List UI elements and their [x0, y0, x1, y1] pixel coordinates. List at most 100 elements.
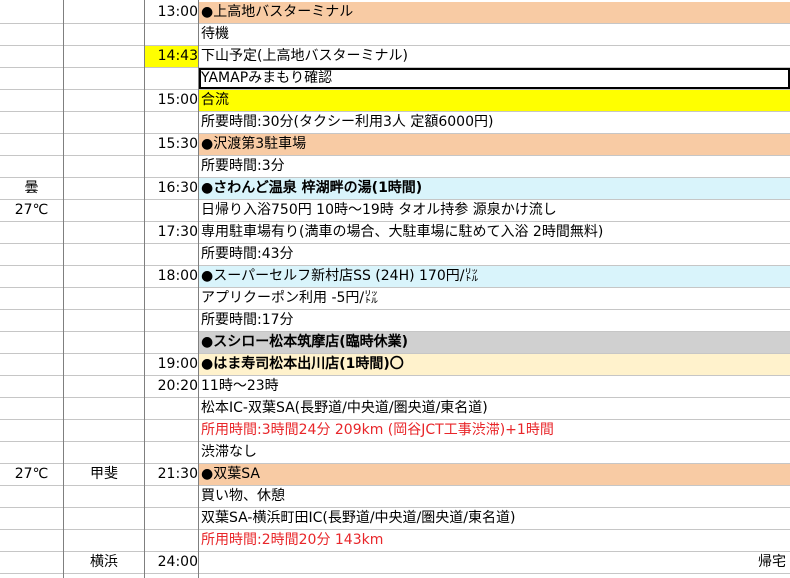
area-cell[interactable]	[64, 90, 144, 111]
area-cell[interactable]	[64, 420, 144, 441]
event-cell[interactable]: 双葉SA-横浜町田IC(長野道/中央道/圏央道/東名道)	[199, 508, 790, 529]
area-cell[interactable]	[64, 486, 144, 507]
weather-cell[interactable]	[0, 266, 63, 287]
area-cell[interactable]	[64, 376, 144, 397]
time-cell[interactable]	[145, 112, 198, 133]
time-cell[interactable]: 13:00	[145, 2, 198, 23]
time-cell[interactable]	[145, 68, 198, 89]
event-cell[interactable]: 所要時間:43分	[199, 244, 790, 265]
time-cell[interactable]	[145, 288, 198, 309]
time-cell[interactable]	[145, 486, 198, 507]
note-cell[interactable]: 帰宅	[758, 552, 786, 573]
weather-cell[interactable]: 27℃	[0, 464, 63, 485]
event-cell[interactable]: ●スーパーセルフ新村店SS (24H) 170円/㍑	[199, 266, 790, 287]
weather-cell[interactable]	[0, 398, 63, 419]
time-cell[interactable]: 21:30	[145, 464, 198, 485]
time-cell[interactable]: 18:00	[145, 266, 198, 287]
event-cell[interactable]: ●さわんど温泉 梓湖畔の湯(1時間)	[199, 178, 790, 199]
weather-cell[interactable]	[0, 530, 63, 551]
area-cell[interactable]	[64, 310, 144, 331]
weather-cell[interactable]	[0, 24, 63, 45]
event-cell[interactable]: 日帰り入浴750円 10時〜19時 タオル持参 源泉かけ流し	[199, 200, 790, 221]
area-cell[interactable]	[64, 200, 144, 221]
area-cell[interactable]	[64, 398, 144, 419]
area-cell[interactable]	[64, 508, 144, 529]
weather-cell[interactable]	[0, 508, 63, 529]
event-cell[interactable]: ●沢渡第3駐車場	[199, 134, 790, 155]
time-cell[interactable]	[145, 508, 198, 529]
weather-cell[interactable]	[0, 244, 63, 265]
weather-cell[interactable]	[0, 134, 63, 155]
event-cell[interactable]: 専用駐車場有り(満車の場合、大駐車場に駐めて入浴 2時間無料)	[199, 222, 790, 243]
time-cell[interactable]	[145, 244, 198, 265]
area-cell[interactable]	[64, 530, 144, 551]
weather-cell[interactable]	[0, 288, 63, 309]
weather-cell[interactable]	[0, 156, 63, 177]
time-cell[interactable]: 24:00	[145, 552, 198, 573]
event-cell[interactable]: ●はま寿司松本出川店(1時間)〇	[199, 354, 790, 375]
area-cell[interactable]	[64, 24, 144, 45]
time-cell[interactable]	[145, 420, 198, 441]
area-cell[interactable]	[64, 112, 144, 133]
event-cell[interactable]: 渋滞なし	[199, 442, 790, 463]
area-cell[interactable]	[64, 354, 144, 375]
weather-cell[interactable]	[0, 332, 63, 353]
event-cell[interactable]: 所用時間:3時間24分 209km (岡谷JCT工事渋滞)+1時間	[199, 420, 790, 441]
weather-cell[interactable]	[0, 310, 63, 331]
time-cell[interactable]	[145, 24, 198, 45]
weather-cell[interactable]	[0, 486, 63, 507]
weather-cell[interactable]	[0, 2, 63, 23]
event-cell[interactable]: 合流	[199, 90, 790, 111]
time-cell[interactable]: 19:00	[145, 354, 198, 375]
weather-cell[interactable]	[0, 222, 63, 243]
time-cell[interactable]	[145, 310, 198, 331]
time-cell[interactable]	[145, 200, 198, 221]
area-cell[interactable]	[64, 46, 144, 67]
event-cell[interactable]: 松本IC-双葉SA(長野道/中央道/圏央道/東名道)	[199, 398, 790, 419]
time-cell[interactable]	[145, 530, 198, 551]
event-cell[interactable]: 所要時間:30分(タクシー利用3人 定額6000円)	[199, 112, 790, 133]
weather-cell[interactable]	[0, 354, 63, 375]
event-cell[interactable]: ●スシロー松本筑摩店(臨時休業)	[199, 332, 790, 353]
event-cell[interactable]: ●双葉SA	[199, 464, 790, 485]
area-cell[interactable]: 甲斐	[64, 464, 144, 485]
area-cell[interactable]	[64, 178, 144, 199]
time-cell[interactable]	[145, 156, 198, 177]
time-cell[interactable]: 16:30	[145, 178, 198, 199]
area-cell[interactable]	[64, 244, 144, 265]
event-cell[interactable]: アプリクーポン利用 -5円/㍑	[199, 288, 790, 309]
event-cell[interactable]: 所要時間:3分	[199, 156, 790, 177]
event-cell[interactable]: 買い物、休憩	[199, 486, 790, 507]
event-cell[interactable]: 所用時間:2時間20分 143km	[199, 530, 790, 551]
time-cell[interactable]: 15:00	[145, 90, 198, 111]
area-cell[interactable]	[64, 442, 144, 463]
weather-cell[interactable]	[0, 420, 63, 441]
time-cell[interactable]: 15:30	[145, 134, 198, 155]
time-cell[interactable]	[145, 332, 198, 353]
area-cell[interactable]	[64, 266, 144, 287]
weather-cell[interactable]: 27℃	[0, 200, 63, 221]
weather-cell[interactable]	[0, 376, 63, 397]
event-cell[interactable]: 下山予定(上高地バスターミナル)	[199, 46, 790, 67]
time-cell[interactable]: 14:43	[145, 46, 198, 67]
area-cell[interactable]	[64, 134, 144, 155]
area-cell[interactable]	[64, 68, 144, 89]
event-cell[interactable]: 11時〜23時	[199, 376, 790, 397]
event-cell[interactable]	[199, 552, 790, 573]
area-cell[interactable]	[64, 222, 144, 243]
area-cell[interactable]	[64, 2, 144, 23]
time-cell[interactable]: 17:30	[145, 222, 198, 243]
weather-cell[interactable]	[0, 112, 63, 133]
area-cell[interactable]	[64, 288, 144, 309]
event-cell[interactable]: 所要時間:17分	[199, 310, 790, 331]
weather-cell[interactable]	[0, 552, 63, 573]
weather-cell[interactable]: 曇	[0, 178, 63, 199]
time-cell[interactable]: 20:20	[145, 376, 198, 397]
event-cell[interactable]: ●上高地バスターミナル	[199, 2, 790, 23]
weather-cell[interactable]	[0, 442, 63, 463]
area-cell[interactable]: 横浜	[64, 552, 144, 573]
area-cell[interactable]	[64, 332, 144, 353]
time-cell[interactable]	[145, 398, 198, 419]
time-cell[interactable]	[145, 442, 198, 463]
weather-cell[interactable]	[0, 90, 63, 111]
